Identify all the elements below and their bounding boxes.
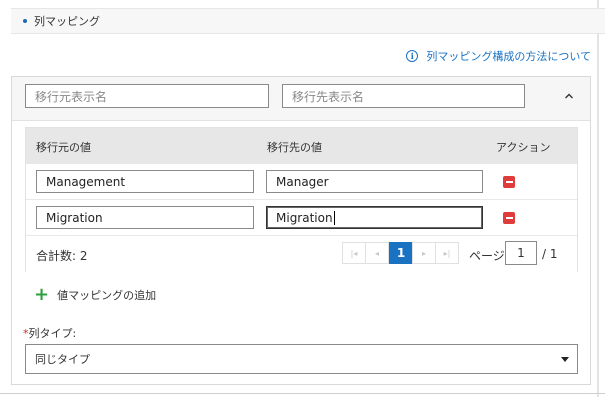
- delete-row-button[interactable]: [503, 176, 515, 188]
- target-value-input[interactable]: Manager: [266, 170, 483, 193]
- table-row: Migration Migration: [26, 200, 577, 236]
- help-link-label[interactable]: 列マッピング構成の方法について: [426, 48, 591, 64]
- next-page-button[interactable]: ▸: [412, 242, 436, 264]
- target-display-name-input[interactable]: 移行先表示名: [282, 84, 525, 108]
- target-value-input-focused[interactable]: Migration: [266, 206, 483, 229]
- source-value-input[interactable]: Migration: [36, 206, 254, 229]
- section-title: 列マッピング: [34, 15, 100, 28]
- add-value-mapping-button[interactable]: + 値マッピングの追加: [34, 284, 157, 305]
- section-header: 列マッピング: [11, 8, 605, 34]
- chevron-up-icon[interactable]: [564, 91, 574, 101]
- dropdown-arrow-icon: [561, 357, 569, 362]
- text-caret: [333, 210, 335, 225]
- last-page-button[interactable]: ▸|: [435, 242, 459, 264]
- first-page-button[interactable]: |◂: [342, 242, 366, 264]
- filter-row: 移行元表示名 移行先表示名: [12, 77, 590, 121]
- page-total: / 1: [542, 247, 558, 261]
- column-type-label: *列タイプ:: [23, 325, 76, 341]
- add-value-mapping-label: 値マッピングの追加: [57, 289, 157, 302]
- column-type-select[interactable]: 同じタイプ: [25, 344, 578, 374]
- total-count: 合計数: 2: [36, 249, 88, 263]
- bullet-icon: [23, 19, 27, 23]
- source-value-input[interactable]: Management: [36, 170, 254, 193]
- prev-page-button[interactable]: ◂: [365, 242, 389, 264]
- page-right-border: [597, 0, 599, 397]
- page-1-button[interactable]: 1: [389, 242, 413, 264]
- column-mapping-panel: 移行元表示名 移行先表示名 移行元の値 移行先の値 アクション Manageme…: [11, 76, 591, 385]
- target-value-text: Migration: [276, 210, 333, 225]
- header-source-value: 移行元の値: [36, 141, 91, 154]
- bottom-divider: [0, 393, 605, 394]
- table-row: Management Manager: [26, 164, 577, 200]
- header-action: アクション: [496, 141, 551, 154]
- source-display-name-input[interactable]: 移行元表示名: [25, 84, 269, 108]
- help-link[interactable]: i 列マッピング構成の方法について: [406, 48, 591, 64]
- info-icon: i: [406, 50, 419, 62]
- table-header: 移行元の値 移行先の値 アクション: [26, 128, 577, 164]
- plus-icon: +: [34, 284, 50, 305]
- column-type-label-text: 列タイプ:: [28, 327, 77, 340]
- delete-row-button[interactable]: [503, 212, 515, 224]
- pagination-bar: 合計数: 2 |◂ ◂ 1 ▸ ▸| ページ 1 / 1: [26, 236, 577, 272]
- value-mapping-table: 移行元の値 移行先の値 アクション Management Manager Mig…: [25, 127, 578, 272]
- header-target-value: 移行先の値: [267, 141, 322, 154]
- column-type-selected: 同じタイプ: [35, 353, 90, 366]
- page-label: ページ: [469, 249, 505, 263]
- page-number-input[interactable]: 1: [505, 241, 537, 265]
